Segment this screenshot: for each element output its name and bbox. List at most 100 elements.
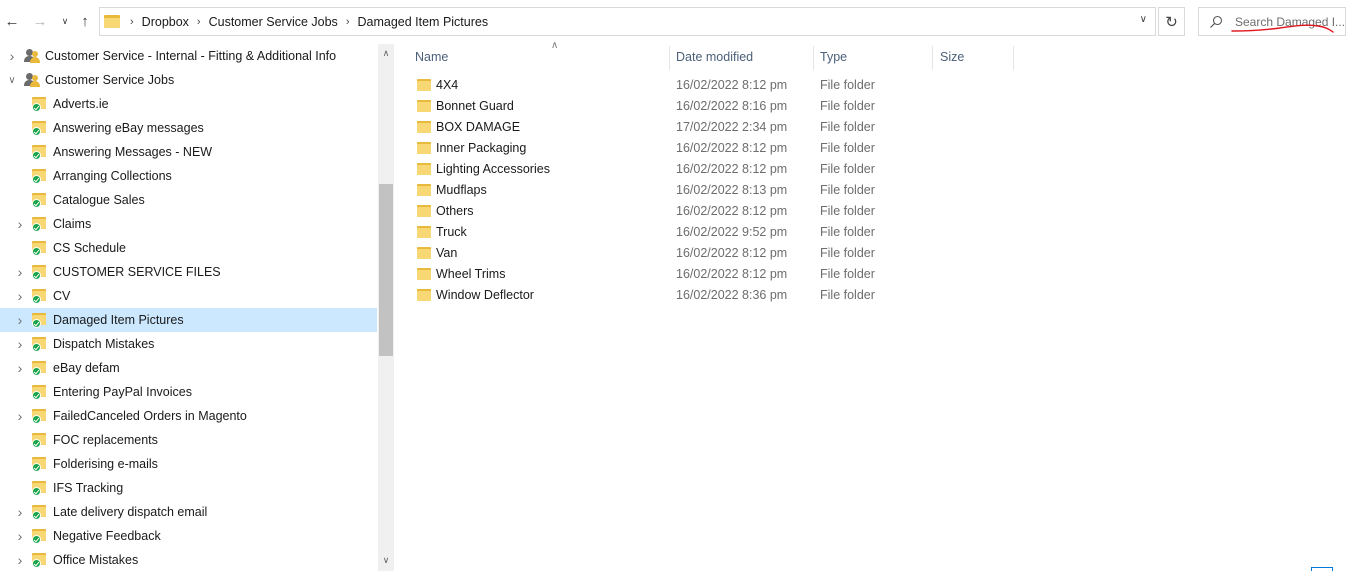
tree-item[interactable]: › FailedCanceled Orders in Magento bbox=[0, 404, 377, 428]
folder-icon bbox=[417, 140, 433, 156]
chevron-right-icon[interactable]: › bbox=[14, 528, 26, 544]
chevron-right-icon[interactable]: › bbox=[14, 360, 26, 376]
chevron-right-icon[interactable]: › bbox=[14, 216, 26, 232]
column-divider[interactable] bbox=[932, 46, 933, 70]
column-divider[interactable] bbox=[813, 46, 814, 70]
column-size-label: Size bbox=[940, 50, 965, 64]
chevron-right-icon[interactable]: › bbox=[14, 408, 26, 424]
tree-item[interactable]: › Office Mistakes bbox=[0, 548, 377, 571]
tree-item-label: CS Schedule bbox=[53, 241, 126, 255]
chevron-right-icon[interactable]: › bbox=[14, 504, 26, 520]
scroll-up-icon[interactable]: ∧ bbox=[378, 46, 394, 60]
tree-item[interactable]: › Customer Service - Internal - Fitting &… bbox=[0, 44, 377, 68]
chevron-right-icon[interactable]: › bbox=[14, 264, 26, 280]
tree-item-label: FailedCanceled Orders in Magento bbox=[53, 409, 247, 423]
column-type-label: Type bbox=[820, 50, 848, 64]
column-header-date[interactable]: Date modified bbox=[676, 44, 814, 70]
folder-icon bbox=[417, 245, 433, 261]
folder-icon bbox=[417, 266, 433, 282]
breadcrumb-separator: › bbox=[196, 15, 201, 28]
tree-item[interactable]: ∨ Customer Service Jobs bbox=[0, 68, 377, 92]
navigation-pane: › Customer Service - Internal - Fitting &… bbox=[0, 44, 395, 571]
file-row[interactable]: BOX DAMAGE 17/02/2022 2:34 pm File folder bbox=[399, 117, 999, 138]
file-row[interactable]: Window Deflector 16/02/2022 8:36 pm File f… bbox=[399, 285, 999, 306]
up-button[interactable]: ↑ bbox=[75, 10, 95, 32]
breadcrumb-dropbox[interactable]: Dropbox bbox=[142, 15, 189, 29]
refresh-button[interactable]: ↻ bbox=[1158, 7, 1185, 36]
column-divider[interactable] bbox=[1013, 46, 1014, 70]
synced-folder-icon bbox=[32, 455, 48, 472]
arrow-left-icon: ← bbox=[4, 12, 20, 30]
tree-item[interactable]: › CUSTOMER SERVICE FILES bbox=[0, 260, 377, 284]
column-header-size[interactable]: Size bbox=[940, 44, 1014, 70]
scroll-down-icon[interactable]: ∨ bbox=[378, 553, 394, 567]
column-divider[interactable] bbox=[669, 46, 670, 70]
file-type: File folder bbox=[820, 246, 875, 260]
tree-item[interactable]: FOC replacements bbox=[0, 428, 377, 452]
tree-item[interactable]: Arranging Collections bbox=[0, 164, 377, 188]
file-row[interactable]: Others 16/02/2022 8:12 pm File folder bbox=[399, 201, 999, 222]
column-date-label: Date modified bbox=[676, 50, 754, 64]
tree-item[interactable]: › Negative Feedback bbox=[0, 524, 377, 548]
navigation-scrollbar[interactable]: ∧ ∨ bbox=[378, 44, 394, 571]
tree-item-label: Answering Messages - NEW bbox=[53, 145, 213, 159]
tree-item[interactable]: › Dispatch Mistakes bbox=[0, 332, 377, 356]
recent-locations-button[interactable]: ∨ bbox=[55, 10, 75, 32]
column-header-type[interactable]: Type bbox=[820, 44, 932, 70]
file-date-modified: 16/02/2022 8:12 pm bbox=[676, 204, 788, 218]
tree-item[interactable]: › eBay defam bbox=[0, 356, 377, 380]
forward-button[interactable]: → bbox=[30, 10, 50, 32]
file-type: File folder bbox=[820, 183, 875, 197]
breadcrumb-customer-service-jobs[interactable]: Customer Service Jobs bbox=[209, 15, 338, 29]
tree-item[interactable]: CS Schedule bbox=[0, 236, 377, 260]
tree-item[interactable]: › Damaged Item Pictures bbox=[0, 308, 377, 332]
file-type: File folder bbox=[820, 162, 875, 176]
tree-item[interactable]: Answering eBay messages bbox=[0, 116, 377, 140]
file-row[interactable]: Truck 16/02/2022 9:52 pm File folder bbox=[399, 222, 999, 243]
file-row[interactable]: Mudflaps 16/02/2022 8:13 pm File folder bbox=[399, 180, 999, 201]
tree-item-label: Entering PayPal Invoices bbox=[53, 385, 192, 399]
address-dropdown-icon[interactable]: ∨ bbox=[1140, 14, 1147, 25]
scrollbar-thumb[interactable] bbox=[379, 184, 393, 356]
chevron-right-icon[interactable]: › bbox=[14, 336, 26, 352]
tree-item-label: Negative Feedback bbox=[53, 529, 161, 543]
arrow-up-icon: ↑ bbox=[81, 12, 89, 30]
column-header-name[interactable]: ∧ Name bbox=[415, 40, 669, 70]
tree-item[interactable]: › CV bbox=[0, 284, 377, 308]
chevron-right-icon[interactable]: › bbox=[14, 312, 26, 328]
tree-item[interactable]: Catalogue Sales bbox=[0, 188, 377, 212]
shared-folder-icon bbox=[24, 48, 40, 64]
file-name: Truck bbox=[436, 225, 467, 239]
tree-item[interactable]: Entering PayPal Invoices bbox=[0, 380, 377, 404]
file-row[interactable]: Wheel Trims 16/02/2022 8:12 pm File folder bbox=[399, 264, 999, 285]
breadcrumb-damaged-item-pictures[interactable]: Damaged Item Pictures bbox=[357, 15, 488, 29]
tree-item[interactable]: › Late delivery dispatch email bbox=[0, 500, 377, 524]
back-button[interactable]: ← bbox=[2, 10, 22, 32]
file-row[interactable]: Van 16/02/2022 8:12 pm File folder bbox=[399, 243, 999, 264]
file-row[interactable]: Inner Packaging 16/02/2022 8:12 pm File fo… bbox=[399, 138, 999, 159]
file-row[interactable]: Bonnet Guard 16/02/2022 8:16 pm File folde… bbox=[399, 96, 999, 117]
tree-item[interactable]: Folderising e-mails bbox=[0, 452, 377, 476]
chevron-down-icon[interactable]: ∨ bbox=[6, 74, 18, 86]
folder-icon bbox=[104, 15, 120, 28]
file-date-modified: 16/02/2022 9:52 pm bbox=[676, 225, 788, 239]
file-row[interactable]: Lighting Accessories 16/02/2022 8:12 pm Fi… bbox=[399, 159, 999, 180]
file-row[interactable]: 4X4 16/02/2022 8:12 pm File folder bbox=[399, 75, 999, 96]
tree-item[interactable]: Adverts.ie bbox=[0, 92, 377, 116]
address-bar[interactable]: › Dropbox › Customer Service Jobs › Dama… bbox=[99, 7, 1156, 36]
file-name: Mudflaps bbox=[436, 183, 487, 197]
chevron-right-icon[interactable]: › bbox=[6, 48, 18, 64]
breadcrumb-separator: › bbox=[130, 15, 134, 28]
tree-item-label: Catalogue Sales bbox=[53, 193, 145, 207]
tree-item[interactable]: › Claims bbox=[0, 212, 377, 236]
tree-item[interactable]: Answering Messages - NEW bbox=[0, 140, 377, 164]
tree-item-label: Claims bbox=[53, 217, 92, 231]
tree-item[interactable]: IFS Tracking bbox=[0, 476, 377, 500]
synced-folder-icon bbox=[32, 407, 48, 424]
synced-folder-icon bbox=[32, 191, 48, 208]
chevron-right-icon[interactable]: › bbox=[14, 288, 26, 304]
synced-folder-icon bbox=[32, 335, 48, 352]
file-type: File folder bbox=[820, 225, 875, 239]
file-name: Bonnet Guard bbox=[436, 99, 514, 113]
chevron-right-icon[interactable]: › bbox=[14, 552, 26, 568]
